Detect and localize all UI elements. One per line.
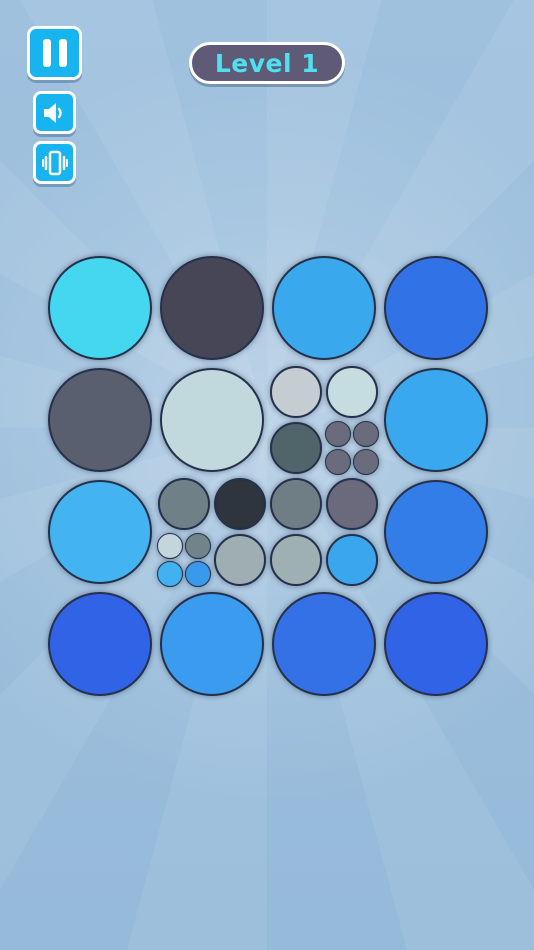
board-circle-sub-sub[interactable] <box>325 449 351 475</box>
board-circle-sub[interactable] <box>214 534 266 586</box>
board-circle[interactable] <box>160 368 264 472</box>
board-circle[interactable] <box>160 256 264 360</box>
board-circle-sub[interactable] <box>270 534 322 586</box>
board-circle[interactable] <box>48 480 152 584</box>
board-circle-sub-sub[interactable] <box>353 421 379 447</box>
board-circle-sub[interactable] <box>158 478 210 530</box>
board-circle-sub[interactable] <box>326 534 378 586</box>
board-circle-sub-sub[interactable] <box>353 449 379 475</box>
board-circle-sub[interactable] <box>214 478 266 530</box>
board-circle[interactable] <box>384 368 488 472</box>
board-circle[interactable] <box>384 480 488 584</box>
board-circle-sub-sub[interactable] <box>325 421 351 447</box>
board-circle[interactable] <box>48 368 152 472</box>
board-circle[interactable] <box>384 592 488 696</box>
board-circle-sub-sub[interactable] <box>157 561 183 587</box>
board-circle[interactable] <box>160 592 264 696</box>
board-circle-sub-sub[interactable] <box>185 533 211 559</box>
board-circle-sub[interactable] <box>326 478 378 530</box>
board-circle-sub-sub[interactable] <box>157 533 183 559</box>
board-circle[interactable] <box>384 256 488 360</box>
board-circle[interactable] <box>272 256 376 360</box>
board-circle-sub-sub[interactable] <box>185 561 211 587</box>
board-circle-sub[interactable] <box>270 422 322 474</box>
game-board <box>0 0 534 950</box>
board-circle[interactable] <box>272 592 376 696</box>
board-circle-sub[interactable] <box>326 366 378 418</box>
board-circle[interactable] <box>48 256 152 360</box>
board-circle-sub[interactable] <box>270 366 322 418</box>
board-circle-sub[interactable] <box>270 478 322 530</box>
board-circle[interactable] <box>48 592 152 696</box>
